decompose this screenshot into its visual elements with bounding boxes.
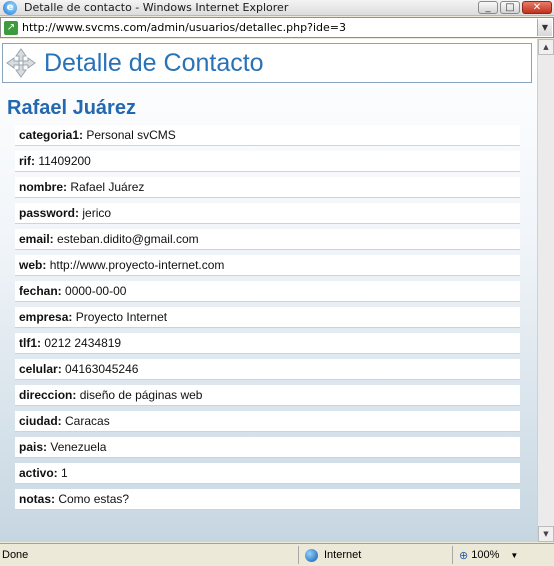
field-value: 0212 2434819 [44,336,122,350]
field-row: activo: 1 [15,463,520,484]
field-value: 1 [61,466,68,480]
status-bar: Done Internet ⊕ 100% ▼ [0,543,554,566]
field-row: web: http://www.proyecto-internet.com [15,255,520,276]
field-value: Caracas [65,414,110,428]
field-row: fechan: 0000-00-00 [15,281,520,302]
field-label: notas: [19,492,55,506]
maximize-button[interactable]: □ [500,1,520,14]
field-label: fechan: [19,284,62,298]
field-value: Como estas? [58,492,130,506]
field-label: celular: [19,362,62,376]
status-divider [452,546,453,564]
field-row: notas: Como estas? [15,489,520,510]
address-bar[interactable]: ↗ http://www.svcms.com/admin/usuarios/de… [0,17,554,38]
field-value: esteban.didito@gmail.com [57,232,199,246]
field-row: categoria1: Personal svCMS [15,125,520,146]
field-label: pais: [19,440,48,454]
field-label: nombre: [19,180,67,194]
close-button[interactable]: ✕ [522,1,552,14]
minimize-button[interactable]: _ [478,1,498,14]
page-icon: ↗ [4,20,18,35]
scroll-down-button[interactable]: ▼ [538,526,554,542]
field-label: email: [19,232,54,246]
scroll-up-button[interactable]: ▲ [538,39,554,55]
field-value: diseño de páginas web [79,388,203,402]
field-row: celular: 04163045246 [15,359,520,380]
field-row: direccion: diseño de páginas web [15,385,520,406]
field-value: 0000-00-00 [65,284,127,298]
arrows-logo-icon [6,48,36,78]
window-title: Detalle de contacto - Windows Internet E… [24,1,289,14]
field-label: web: [19,258,47,272]
field-label: categoria1: [19,128,84,142]
zoom-level[interactable]: 100% [471,549,499,561]
field-row: empresa: Proyecto Internet [15,307,520,328]
field-value: Proyecto Internet [75,310,168,324]
page-header: Detalle de Contacto [2,43,532,83]
field-value: http://www.proyecto-internet.com [49,258,225,272]
magnifier-icon[interactable]: ⊕ [459,549,468,562]
field-value: jerico [82,206,112,220]
field-row: rif: 11409200 [15,151,520,172]
vertical-scrollbar[interactable]: ▲ ▼ [537,39,554,542]
field-label: empresa: [19,310,73,324]
security-zone-label: Internet [324,549,362,561]
field-row: email: esteban.didito@gmail.com [15,229,520,250]
field-row: nombre: Rafael Juárez [15,177,520,198]
globe-icon [305,548,318,562]
window-titlebar: e Detalle de contacto - Windows Internet… [0,0,554,16]
page-title: Detalle de Contacto [44,48,264,77]
field-label: rif: [19,154,35,168]
field-value: Venezuela [50,440,107,454]
field-label: ciudad: [19,414,62,428]
page-content: Detalle de Contacto Rafael Juárez catego… [0,39,537,542]
field-value: Rafael Juárez [70,180,145,194]
contact-fields: categoria1: Personal svCMS rif: 11409200 n… [15,125,520,515]
field-label: activo: [19,466,58,480]
contact-name: Rafael Juárez [7,97,136,119]
zoom-dropdown-icon[interactable]: ▼ [510,551,518,560]
field-row: tlf1: 0212 2434819 [15,333,520,354]
address-url[interactable]: http://www.svcms.com/admin/usuarios/deta… [22,21,346,34]
status-text: Done [2,549,29,561]
field-value: 11409200 [38,154,91,168]
field-row: pais: Venezuela [15,437,520,458]
address-dropdown-button[interactable]: ▼ [537,19,552,36]
field-label: password: [19,206,80,220]
field-label: direccion: [19,388,77,402]
window-controls: _ □ ✕ [478,1,552,14]
status-divider [298,546,299,564]
field-value: 04163045246 [65,362,139,376]
field-label: tlf1: [19,336,41,350]
field-value: Personal svCMS [86,128,176,142]
field-row: ciudad: Caracas [15,411,520,432]
field-row: password: jerico [15,203,520,224]
ie-icon: e [3,0,17,15]
